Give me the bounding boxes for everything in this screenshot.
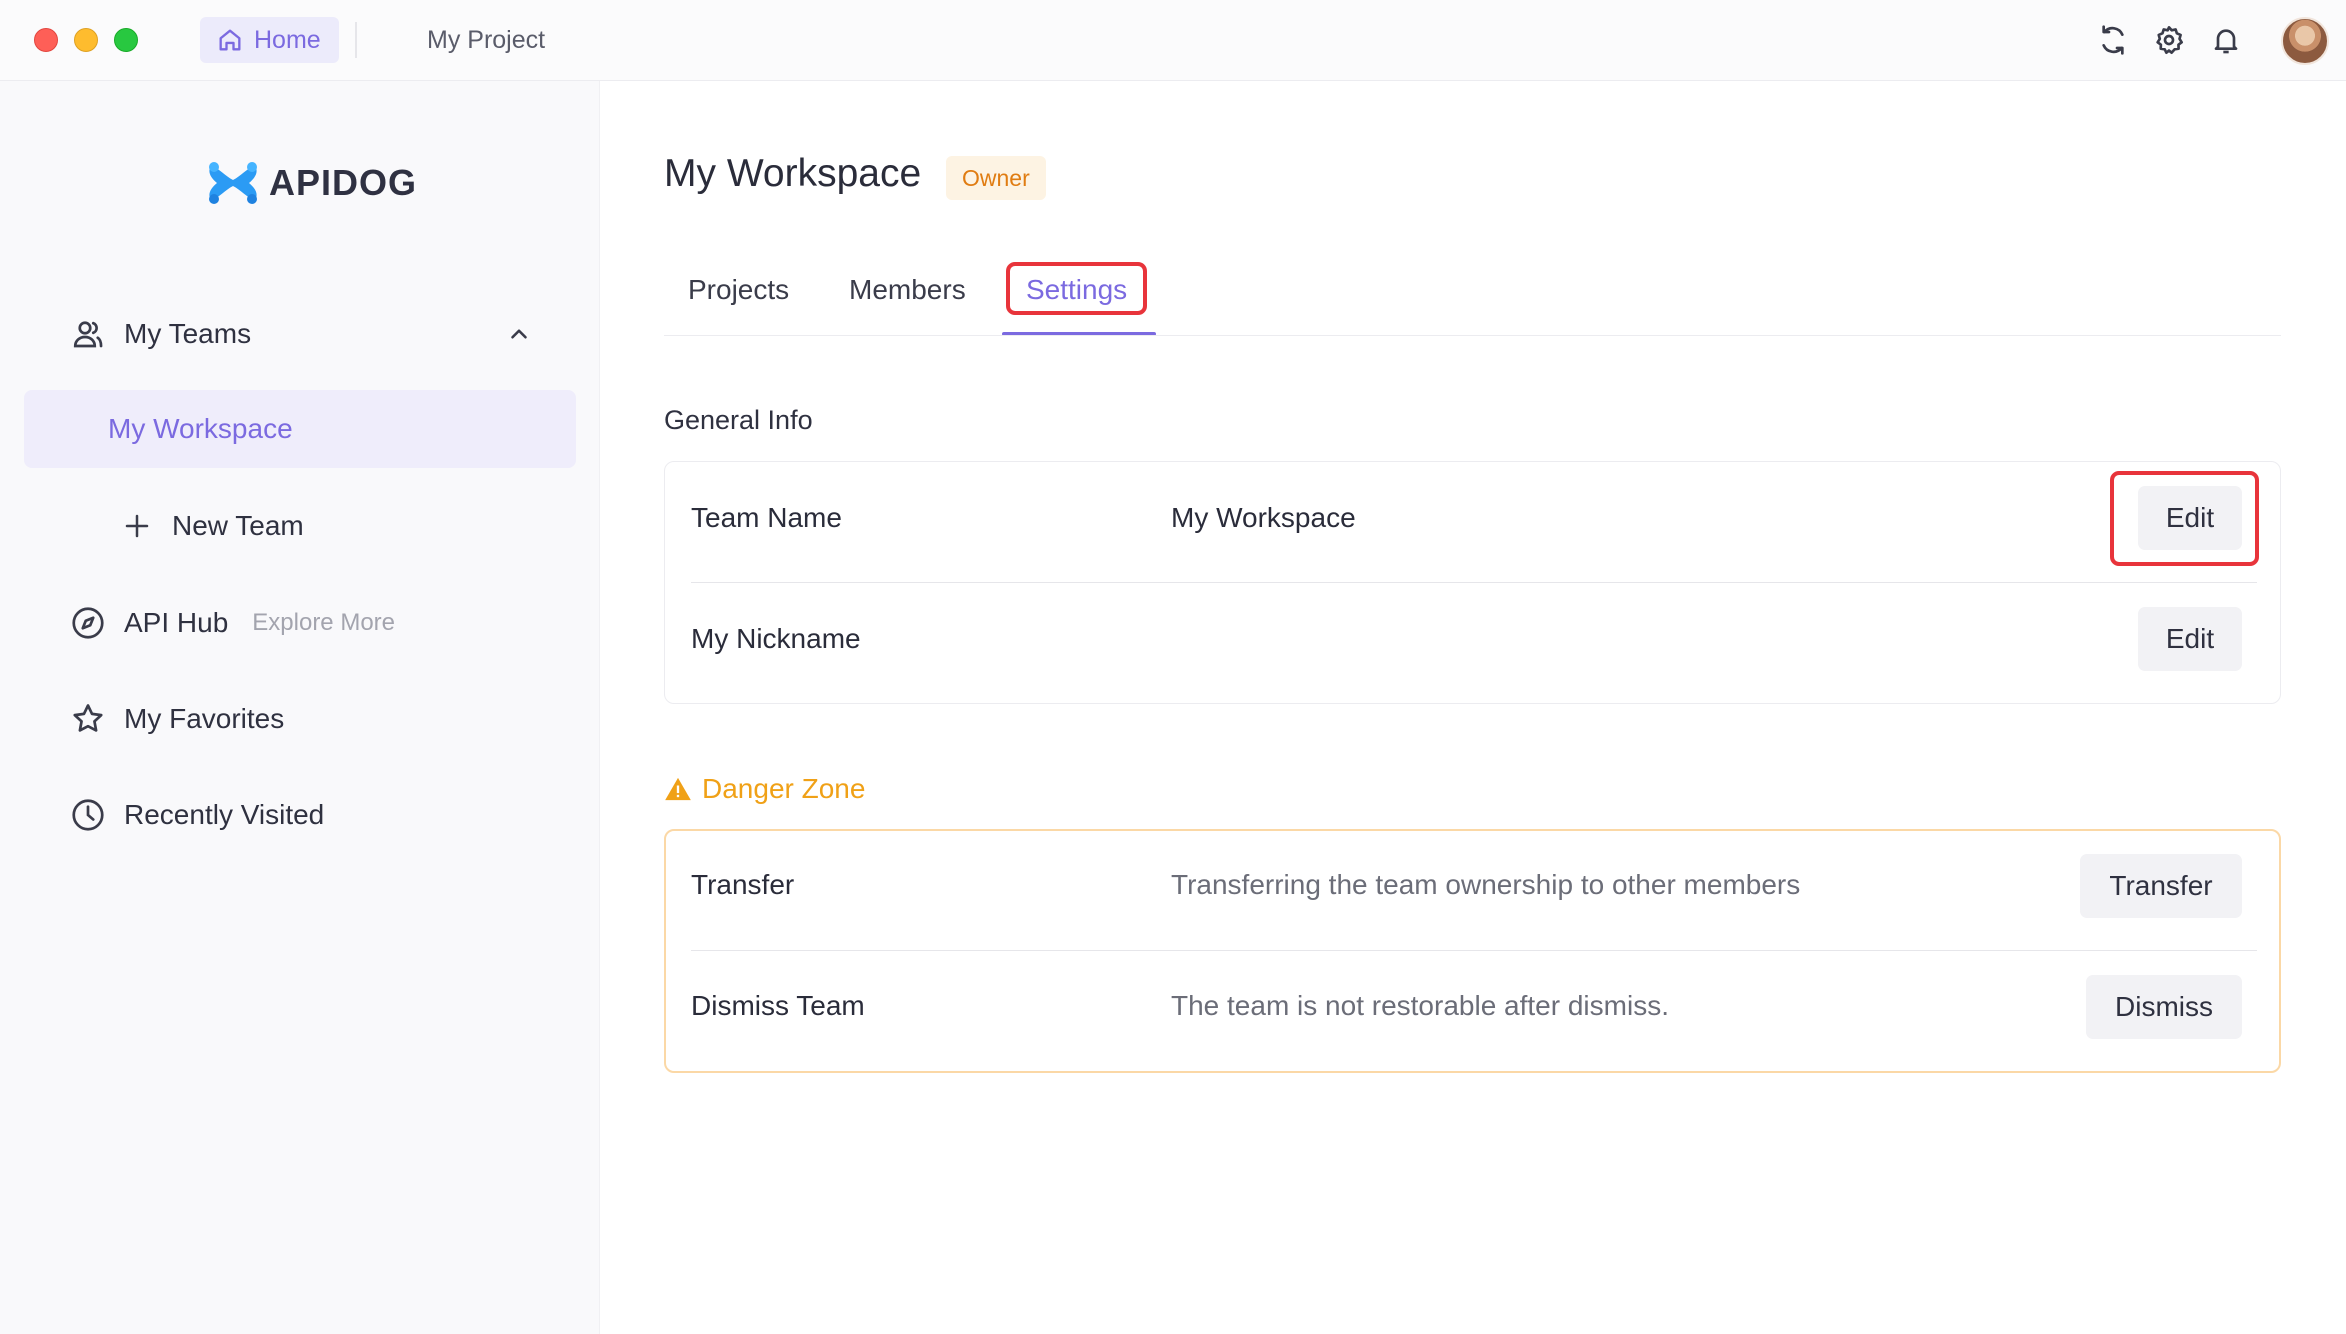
sidebar-item-my-teams[interactable]: My Teams — [70, 309, 550, 359]
maximize-window-button[interactable] — [114, 28, 138, 52]
sidebar-item-my-teams-label: My Teams — [124, 318, 252, 349]
danger-zone-title: Danger Zone — [664, 773, 865, 805]
star-icon — [73, 704, 103, 732]
title-bar: Home My Project — [0, 0, 2346, 81]
clock-icon — [72, 799, 104, 831]
chevron-up-icon[interactable] — [506, 321, 532, 347]
tab-divider — [355, 22, 357, 58]
tab-my-project[interactable]: My Project — [427, 17, 545, 63]
apidog-logo-text: APIDOG — [269, 162, 418, 203]
sidebar-item-my-favorites-label: My Favorites — [124, 703, 285, 734]
tab-members[interactable]: Members — [849, 268, 966, 312]
tabs-divider — [664, 335, 2281, 336]
row-divider — [691, 950, 2257, 951]
warning-icon — [665, 777, 691, 801]
explore-more-link[interactable]: Explore More — [252, 609, 395, 637]
home-icon — [219, 29, 241, 51]
tab-my-project-label: My Project — [427, 25, 546, 54]
close-window-button[interactable] — [34, 28, 58, 52]
danger-zone-title-label: Danger Zone — [702, 773, 866, 804]
dismiss-button[interactable]: Dismiss — [2086, 975, 2242, 1039]
sync-icon — [2102, 25, 2124, 55]
row-divider — [691, 582, 2257, 583]
my-nickname-label: My Nickname — [691, 623, 861, 654]
general-info-card: Team Name My Workspace Edit My Nickname … — [664, 461, 2281, 704]
sidebar: APIDOG My Teams My Workspace New Team AP… — [0, 81, 600, 1334]
edit-nickname-button[interactable]: Edit — [2138, 607, 2242, 671]
apidog-logo: APIDOG — [205, 158, 417, 208]
team-name-label: Team Name — [691, 502, 842, 533]
compass-icon — [72, 607, 104, 639]
bell-icon — [2214, 29, 2238, 54]
transfer-button[interactable]: Transfer — [2080, 854, 2242, 918]
danger-zone-card: Transfer Transferring the team ownership… — [664, 829, 2281, 1073]
minimize-window-button[interactable] — [74, 28, 98, 52]
tab-home[interactable]: Home — [200, 17, 339, 63]
settings-tab-highlight — [1006, 262, 1147, 315]
sidebar-item-my-workspace[interactable]: My Workspace — [24, 390, 576, 468]
sidebar-item-api-hub[interactable]: API Hub Explore More — [70, 598, 395, 648]
sidebar-item-new-team[interactable]: New Team — [122, 501, 304, 551]
gear-icon — [2156, 26, 2183, 54]
sidebar-item-recently-visited[interactable]: Recently Visited — [70, 790, 324, 840]
notifications-button[interactable] — [2208, 22, 2244, 58]
sidebar-item-my-favorites[interactable]: My Favorites — [70, 694, 284, 744]
sync-button[interactable] — [2095, 22, 2131, 58]
plus-icon — [125, 514, 149, 538]
edit-button-highlight — [2110, 471, 2259, 566]
users-icon — [73, 321, 103, 348]
sidebar-item-api-hub-label: API Hub — [124, 607, 229, 638]
team-name-value: My Workspace — [1171, 502, 1356, 533]
apidog-logo-icon — [209, 162, 257, 204]
page-title: My Workspace — [664, 152, 922, 195]
sidebar-item-recently-visited-label: Recently Visited — [124, 799, 325, 830]
user-avatar[interactable] — [2281, 17, 2329, 65]
dismiss-team-label: Dismiss Team — [691, 990, 865, 1021]
role-badge: Owner — [946, 156, 1046, 200]
settings-button[interactable] — [2151, 22, 2187, 58]
dismiss-description: The team is not restorable after dismiss… — [1171, 990, 1669, 1021]
tab-home-label: Home — [254, 25, 321, 54]
general-info-title: General Info — [664, 405, 813, 435]
sidebar-item-my-workspace-label: My Workspace — [108, 413, 293, 444]
tab-projects[interactable]: Projects — [688, 268, 789, 312]
sidebar-item-new-team-label: New Team — [172, 510, 304, 541]
transfer-description: Transferring the team ownership to other… — [1171, 869, 1801, 900]
transfer-label: Transfer — [691, 869, 795, 900]
